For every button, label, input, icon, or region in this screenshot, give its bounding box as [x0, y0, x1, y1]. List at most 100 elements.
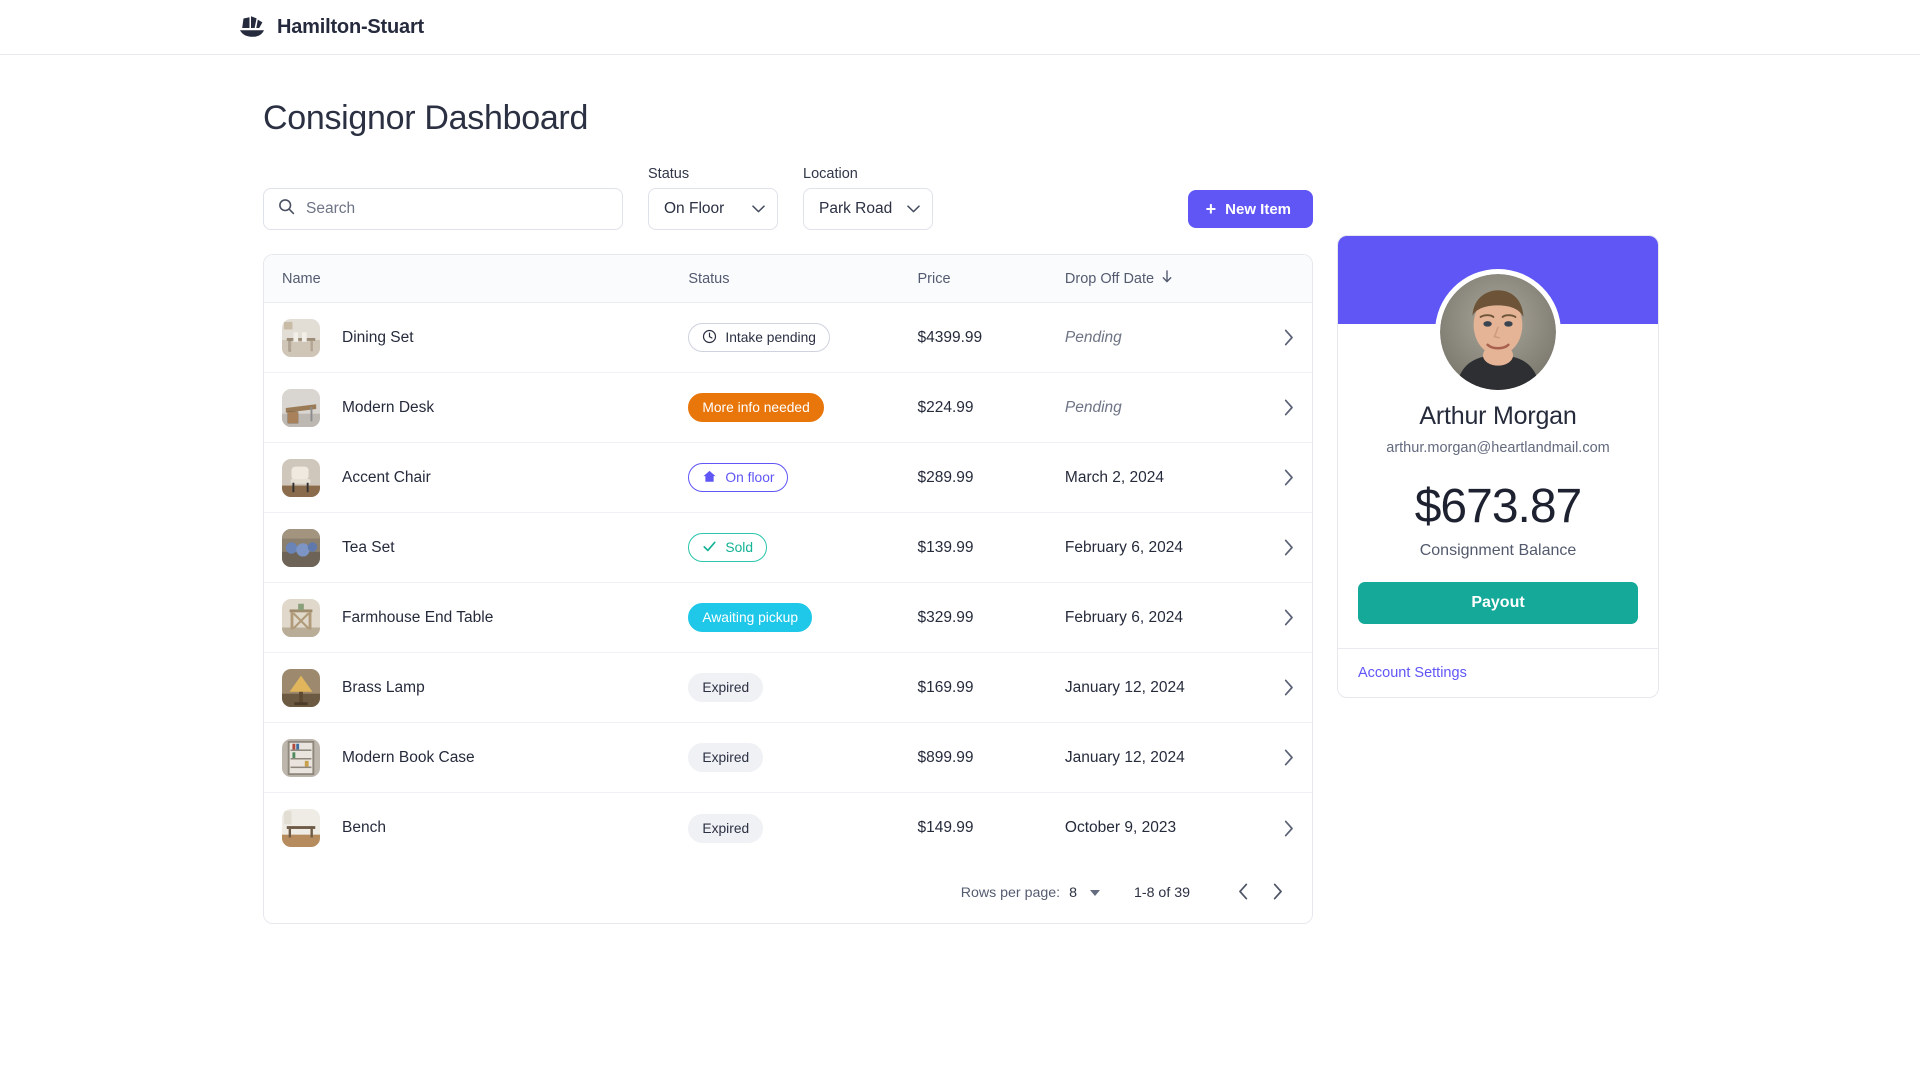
table-row[interactable]: Modern Book Case Expired $899.99 January 12… [264, 723, 1312, 793]
cell-status: Sold [688, 533, 917, 562]
status-badge: Expired [688, 743, 764, 772]
table-body: Dining Set Intake pending $4399.99 Pending M… [264, 303, 1312, 863]
table-pagination: Rows per page: 8 1-8 of 39 [264, 863, 1312, 923]
status-badge-label: More info needed [702, 400, 810, 415]
status-badge-label: Expired [702, 680, 750, 695]
status-badge-label: Expired [702, 750, 750, 765]
status-filter-label: Status [648, 166, 690, 182]
cell-status: Awaiting pickup [688, 603, 917, 632]
cell-price: $329.99 [917, 608, 974, 626]
item-name: Tea Set [342, 538, 395, 556]
table-row[interactable]: Accent Chair On floor $289.99 March 2, 2024 [264, 443, 1312, 513]
location-filter-label: Location [803, 166, 858, 182]
page-title: Consignor Dashboard [263, 99, 589, 137]
table-row[interactable]: Tea Set Sold $139.99 February 6, 2024 [264, 513, 1312, 583]
profile-card: Arthur Morgan arthur.morgan@heartlandmai… [1337, 235, 1659, 699]
row-detail-chevron-icon[interactable] [1254, 399, 1294, 416]
cell-drop-off-date: October 9, 2023 [1064, 819, 1177, 836]
pagination-prev-button[interactable] [1226, 876, 1260, 910]
status-badge: Intake pending [688, 323, 830, 352]
row-detail-chevron-icon[interactable] [1254, 329, 1294, 346]
cell-name: Modern Desk [282, 388, 688, 427]
consignment-balance-label: Consignment Balance [1419, 542, 1577, 560]
status-badge-label: Intake pending [725, 330, 816, 345]
cell-price: $289.99 [917, 468, 974, 486]
cell-drop-off-date: Pending [1064, 328, 1122, 346]
account-settings-link[interactable]: Account Settings [1338, 649, 1658, 697]
table-row[interactable]: Modern Desk More info needed $224.99 Pendin… [264, 373, 1312, 443]
rows-per-page-value: 8 [1069, 885, 1077, 901]
profile-email: arthur.morgan@heartlandmail.com [1386, 440, 1610, 456]
cell-drop-off-date: February 6, 2024 [1064, 538, 1183, 556]
cell-status: On floor [688, 463, 917, 492]
search-input[interactable] [306, 200, 608, 218]
cell-status: Expired [688, 813, 917, 843]
cell-name: Farmhouse End Table [282, 598, 688, 637]
cell-price: $139.99 [917, 538, 974, 556]
profile-name: Arthur Morgan [1419, 402, 1577, 430]
item-thumbnail [282, 388, 320, 427]
status-badge-label: On floor [725, 470, 775, 485]
row-detail-chevron-icon[interactable] [1254, 679, 1294, 696]
cell-price: $4399.99 [917, 328, 983, 346]
rows-per-page-control[interactable]: Rows per page: 8 [961, 885, 1100, 901]
column-header-date-label: Drop Off Date [1064, 270, 1155, 287]
chevron-right-icon [1272, 883, 1283, 903]
row-detail-chevron-icon[interactable] [1254, 609, 1294, 626]
profile-banner [1338, 236, 1658, 395]
row-detail-chevron-icon[interactable] [1254, 820, 1294, 837]
status-badge: Awaiting pickup [688, 603, 813, 632]
status-badge: Expired [688, 813, 764, 843]
row-detail-chevron-icon[interactable] [1254, 539, 1294, 556]
item-name: Farmhouse End Table [342, 608, 494, 626]
sailboat-icon [238, 15, 266, 39]
filter-bar: Status On Floor Location Park Road [263, 166, 1313, 230]
item-name: Dining Set [342, 328, 414, 346]
chevron-left-icon [1238, 883, 1249, 903]
cell-status: More info needed [688, 393, 917, 422]
cell-name: Accent Chair [282, 458, 688, 497]
avatar-image [1440, 274, 1556, 390]
cell-name: Tea Set [282, 528, 688, 567]
status-badge-label: Sold [725, 540, 754, 555]
avatar[interactable] [1435, 269, 1561, 395]
clock-icon [702, 329, 717, 347]
table-row[interactable]: Farmhouse End Table Awaiting pickup $329.9… [264, 583, 1312, 653]
column-header-status[interactable]: Status [688, 271, 917, 287]
location-filter: Location Park Road [803, 166, 933, 230]
column-header-date[interactable]: Drop Off Date [1065, 270, 1254, 287]
status-badge: On floor [688, 463, 789, 492]
table-header-row: Name Status Price Drop Off Date [264, 255, 1312, 303]
item-thumbnail [282, 668, 320, 707]
cell-drop-off-date: March 2, 2024 [1064, 468, 1164, 486]
row-detail-chevron-icon[interactable] [1254, 749, 1294, 766]
arrow-down-icon [1161, 270, 1173, 287]
row-detail-chevron-icon[interactable] [1254, 469, 1294, 486]
cell-drop-off-date: February 6, 2024 [1064, 608, 1183, 626]
column-header-price[interactable]: Price [917, 271, 1064, 287]
location-select[interactable]: Park Road [803, 188, 933, 230]
table-row[interactable]: Bench Expired $149.99 October 9, 2023 [264, 793, 1312, 863]
brand-name: Hamilton-Stuart [277, 15, 425, 38]
status-select[interactable]: On Floor [648, 188, 778, 230]
search-input-wrapper[interactable] [263, 188, 623, 230]
home-icon [702, 469, 717, 487]
new-item-button[interactable]: + New Item [1187, 190, 1313, 228]
cell-price: $899.99 [917, 748, 974, 766]
brand[interactable]: Hamilton-Stuart [238, 15, 424, 39]
status-badge: Expired [688, 673, 764, 702]
check-icon [702, 539, 717, 557]
cell-status: Intake pending [688, 323, 917, 352]
cell-drop-off-date: January 12, 2024 [1064, 678, 1185, 696]
rows-per-page-label: Rows per page: [960, 885, 1061, 901]
item-thumbnail [282, 809, 320, 847]
table-row[interactable]: Brass Lamp Expired $169.99 January 12, 2024 [264, 653, 1312, 723]
cell-price: $149.99 [917, 819, 974, 836]
table-row[interactable]: Dining Set Intake pending $4399.99 Pending [264, 303, 1312, 373]
item-thumbnail [282, 598, 320, 637]
column-header-name[interactable]: Name [282, 271, 688, 287]
status-select-value: On Floor [664, 200, 725, 217]
payout-button[interactable]: Payout [1358, 582, 1638, 625]
status-badge-label: Expired [702, 820, 750, 836]
pagination-next-button[interactable] [1260, 876, 1294, 910]
